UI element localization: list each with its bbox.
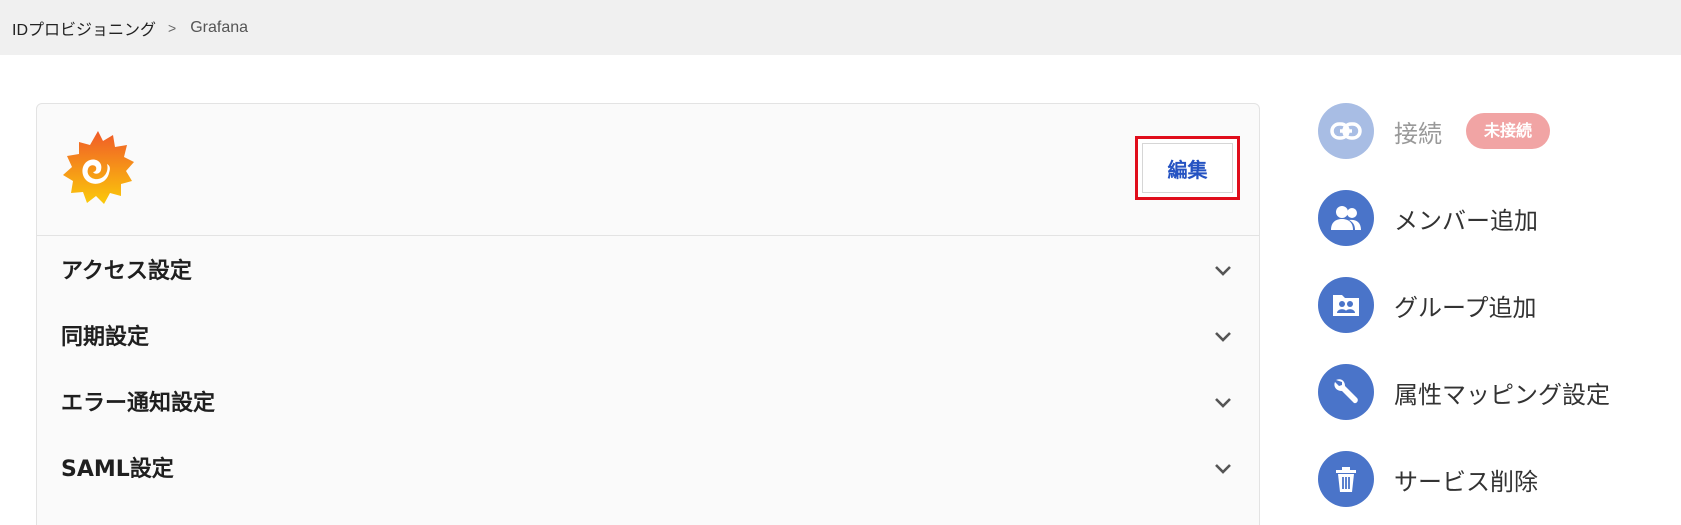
users-icon [1318,190,1374,246]
group-folder-icon [1318,277,1374,333]
chevron-down-icon [1215,464,1231,474]
breadcrumb: IDプロビジョニング > Grafana [0,0,1681,55]
add-member-action[interactable]: メンバー追加 [1318,190,1658,246]
add-group-label: グループ追加 [1394,293,1537,322]
breadcrumb-current: Grafana [190,18,249,36]
delete-service-label: サービス削除 [1394,467,1538,496]
section-title: エラー通知設定 [61,391,216,416]
section-saml-settings[interactable]: SAML設定 [37,434,1259,500]
add-group-action[interactable]: グループ追加 [1318,277,1658,333]
trash-icon [1318,451,1374,507]
section-title: 同期設定 [61,325,150,350]
connect-label: 接続 [1394,119,1442,148]
section-error-notification-settings[interactable]: エラー通知設定 [37,368,1259,434]
attribute-mapping-label: 属性マッピング設定 [1394,380,1610,409]
connect-action[interactable]: 接続 未接続 [1318,103,1658,159]
wrench-icon [1318,364,1374,420]
breadcrumb-separator: > [168,19,177,36]
card-header: 編集 [37,104,1259,236]
section-title: アクセス設定 [61,259,192,284]
edit-button[interactable]: 編集 [1135,136,1240,200]
section-access-settings[interactable]: アクセス設定 [37,236,1259,302]
link-icon [1318,103,1374,159]
action-sidebar: 接続 未接続 メンバー追加 グループ追加 属性マッピング設定 サービス削除 [1318,103,1658,525]
breadcrumb-parent[interactable]: IDプロビジョニング [12,16,156,40]
chevron-down-icon [1215,398,1231,408]
service-card: 編集 アクセス設定 同期設定 エラー通知設定 SAML設定 [36,103,1260,525]
section-title: SAML設定 [61,457,174,482]
delete-service-action[interactable]: サービス削除 [1318,451,1658,507]
grafana-logo-icon [63,131,134,204]
chevron-down-icon [1215,332,1231,342]
status-badge: 未接続 [1466,113,1551,149]
chevron-down-icon [1215,266,1231,276]
section-sync-settings[interactable]: 同期設定 [37,302,1259,368]
attribute-mapping-action[interactable]: 属性マッピング設定 [1318,364,1658,420]
add-member-label: メンバー追加 [1394,206,1538,235]
